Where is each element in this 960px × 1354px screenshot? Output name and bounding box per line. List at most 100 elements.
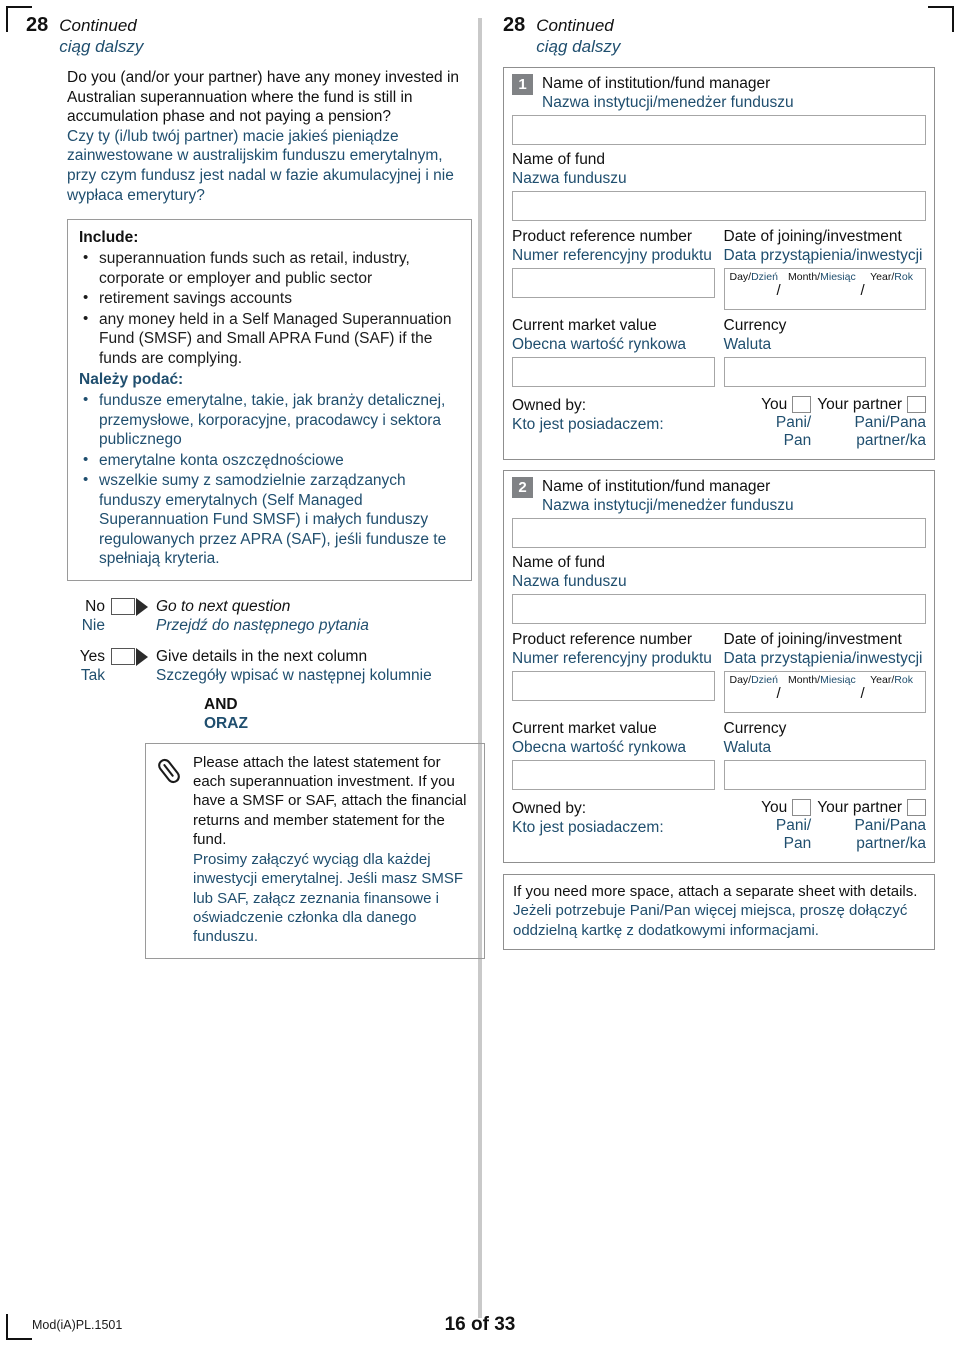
answer-action-no-pl: Przejdź do następnego pytania bbox=[156, 616, 369, 634]
owner-option-you-1: You Pani/ Pan bbox=[761, 396, 812, 450]
product-label-pl: Numer referencyjny produktu bbox=[512, 247, 712, 264]
and-connector: AND ORAZ bbox=[204, 695, 472, 733]
right-column: 28 Continued ciąg dalszy 1 Name of insti… bbox=[503, 14, 935, 951]
owner-option-partner-1: Your partner Pani/Pana partner/ka bbox=[817, 396, 926, 450]
currency-label-pl: Waluta bbox=[723, 336, 772, 353]
market-input-2[interactable] bbox=[512, 760, 715, 790]
partner-label-pl-2: partner/ka bbox=[856, 835, 926, 852]
year-label: Year/Rok bbox=[870, 674, 913, 686]
continued-label-pl: ciąg dalszy bbox=[536, 37, 621, 56]
fund-input-1[interactable] bbox=[512, 191, 926, 221]
currency-label-pl: Waluta bbox=[723, 739, 772, 756]
answer-row-yes: Yes Tak Give details in the next column … bbox=[67, 647, 472, 685]
investment-entry-2: 2 Name of institution/fund manager Nazwa… bbox=[503, 470, 935, 863]
list-item: wszelkie sumy z samodzielnie zarządzanyc… bbox=[79, 470, 460, 569]
entry-header: 1 Name of institution/fund manager Nazwa… bbox=[504, 68, 934, 112]
owned-label-pl: Kto jest posiadaczem: bbox=[512, 819, 664, 836]
owned-label-pl: Kto jest posiadaczem: bbox=[512, 416, 664, 433]
question-number: 28 bbox=[503, 14, 526, 36]
entry-number-badge: 2 bbox=[512, 477, 533, 498]
partner-label-pl-2: partner/ka bbox=[856, 432, 926, 449]
institution-input-2[interactable] bbox=[512, 518, 926, 548]
day-label: Day/Dzień bbox=[729, 674, 778, 686]
date-label-pl: Data przystąpienia/inwestycji bbox=[723, 650, 923, 667]
currency-input-1[interactable] bbox=[723, 357, 926, 387]
institution-label-en: Name of institution/fund manager bbox=[542, 478, 771, 495]
date-label-en: Date of joining/investment bbox=[723, 228, 902, 245]
institution-input-1[interactable] bbox=[512, 115, 926, 145]
attachment-note-en: Please attach the latest statement for e… bbox=[193, 753, 467, 849]
currency-field: Currency Waluta bbox=[723, 719, 926, 790]
institution-label-en: Name of institution/fund manager bbox=[542, 75, 771, 92]
you-label-pl-1: Pani/ bbox=[775, 414, 812, 431]
list-item: any money held in a Self Managed Superan… bbox=[79, 309, 460, 369]
list-item: superannuation funds such as retail, ind… bbox=[79, 248, 460, 288]
fund-input-2[interactable] bbox=[512, 594, 926, 624]
product-label-en: Product reference number bbox=[512, 631, 693, 648]
include-title-en: Include: bbox=[79, 229, 139, 247]
answer-row-no: No Nie Go to next question Przejdź do na… bbox=[67, 597, 472, 635]
divider-footer-tick bbox=[478, 1269, 482, 1299]
currency-input-2[interactable] bbox=[723, 760, 926, 790]
and-label-pl: ORAZ bbox=[204, 714, 248, 732]
partner-label-en: Your partner bbox=[817, 396, 902, 413]
date-slash-1: / bbox=[776, 282, 781, 299]
answer-action-no-en: Go to next question bbox=[156, 597, 291, 615]
continued-label-en: Continued bbox=[59, 16, 137, 35]
list-item: fundusze emerytalne, takie, jak branży d… bbox=[79, 390, 460, 450]
market-value-field: Current market value Obecna wartość rynk… bbox=[512, 316, 715, 387]
include-list-en: superannuation funds such as retail, ind… bbox=[79, 248, 460, 369]
column-divider bbox=[478, 18, 482, 1318]
date-slash-1: / bbox=[776, 685, 781, 702]
date-input-1[interactable]: Day/Dzień Month/Miesiąc Year/Rok / / bbox=[723, 268, 926, 310]
checkbox-owner-partner-1[interactable] bbox=[907, 396, 926, 413]
date-slash-2: / bbox=[860, 282, 865, 299]
checkbox-yes[interactable] bbox=[111, 648, 135, 666]
list-item: emerytalne konta oszczędnościowe bbox=[79, 450, 460, 471]
checkbox-owner-you-2[interactable] bbox=[792, 799, 812, 816]
product-label-en: Product reference number bbox=[512, 228, 693, 245]
answer-label-yes-pl: Tak bbox=[80, 666, 105, 684]
investment-entry-1: 1 Name of institution/fund manager Nazwa… bbox=[503, 67, 935, 460]
answer-label-no-pl: Nie bbox=[81, 616, 105, 634]
currency-label-en: Currency bbox=[723, 317, 787, 334]
fund-label-pl: Nazwa funduszu bbox=[512, 170, 627, 187]
attachment-note-box: Please attach the latest statement for e… bbox=[145, 742, 485, 959]
answer-action-yes-pl: Szczegóły wpisać w następnej kolumnie bbox=[156, 666, 432, 684]
question-header-right: 28 Continued ciąg dalszy bbox=[503, 14, 935, 57]
market-label-en: Current market value bbox=[512, 317, 657, 334]
market-value-field: Current market value Obecna wartość rynk… bbox=[512, 719, 715, 790]
date-slash-2: / bbox=[860, 685, 865, 702]
date-of-joining-field: Date of joining/investment Data przystąp… bbox=[723, 227, 926, 310]
form-page: 28 Continued ciąg dalszy Do you (and/or … bbox=[0, 0, 960, 1354]
partner-label-pl-1: Pani/Pana bbox=[854, 414, 926, 431]
left-column: 28 Continued ciąg dalszy Do you (and/or … bbox=[26, 14, 485, 959]
answer-label-no-en: No bbox=[85, 597, 105, 615]
month-label: Month/Miesiąc bbox=[788, 674, 856, 686]
attachment-note-pl: Prosimy załączyć wyciąg dla każdej inwes… bbox=[193, 850, 464, 946]
owned-label-en: Owned by: bbox=[512, 397, 587, 414]
more-space-en: If you need more space, attach a separat… bbox=[513, 883, 918, 900]
market-input-1[interactable] bbox=[512, 357, 715, 387]
and-label-en: AND bbox=[204, 695, 238, 713]
product-input-1[interactable] bbox=[512, 268, 715, 298]
date-label-pl: Data przystąpienia/inwestycji bbox=[723, 247, 923, 264]
question-text-block: Do you (and/or your partner) have any mo… bbox=[67, 68, 472, 205]
checkbox-owner-you-1[interactable] bbox=[792, 396, 812, 413]
month-label: Month/Miesiąc bbox=[788, 271, 856, 283]
answer-action-yes-en: Give details in the next column bbox=[156, 647, 368, 665]
checkbox-no[interactable] bbox=[111, 598, 135, 616]
list-item: retirement savings accounts bbox=[79, 288, 460, 309]
include-title-pl: Należy podać: bbox=[79, 371, 184, 389]
entry-number-badge: 1 bbox=[512, 74, 533, 95]
year-label: Year/Rok bbox=[870, 271, 913, 283]
product-input-2[interactable] bbox=[512, 671, 715, 701]
owner-option-partner-2: Your partner Pani/Pana partner/ka bbox=[817, 799, 926, 853]
partner-label-pl-1: Pani/Pana bbox=[854, 817, 926, 834]
owned-by-row-2: Owned by: Kto jest posiadaczem: You Pani… bbox=[504, 790, 934, 855]
fund-label-en: Name of fund bbox=[512, 554, 606, 571]
paperclip-icon bbox=[156, 753, 184, 947]
checkbox-owner-partner-2[interactable] bbox=[907, 799, 926, 816]
date-input-2[interactable]: Day/Dzień Month/Miesiąc Year/Rok / / bbox=[723, 671, 926, 713]
you-label-en: You bbox=[761, 396, 788, 413]
